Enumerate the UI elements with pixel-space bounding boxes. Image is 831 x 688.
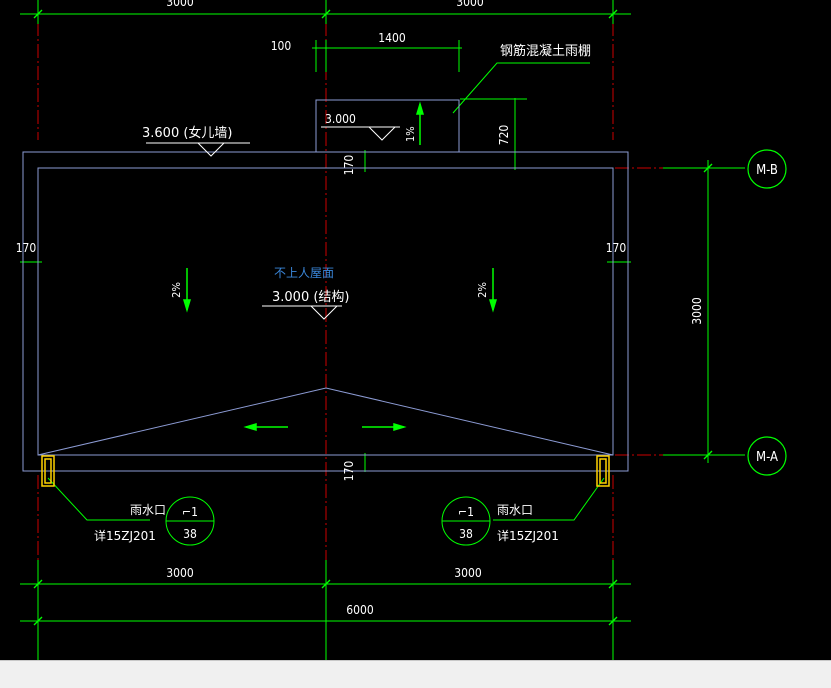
axis-label-b: M-B bbox=[756, 163, 778, 178]
dim-canopy-width: 1400 bbox=[378, 31, 406, 45]
dim-span: 3000 bbox=[690, 297, 704, 325]
canvas-background bbox=[0, 0, 831, 660]
drain-number-right: 38 bbox=[459, 527, 473, 541]
dim-total: 6000 bbox=[346, 603, 374, 617]
label-canopy: 钢筋混凝土雨棚 bbox=[500, 43, 591, 59]
dim-wall-top: 170 bbox=[342, 155, 356, 176]
dim-canopy-depth: 720 bbox=[497, 125, 511, 146]
label-canopy-slope: 1% bbox=[404, 126, 417, 142]
dim-wall-bottom: 170 bbox=[342, 461, 356, 482]
drain-symbol-left: ⌐1 bbox=[182, 505, 198, 519]
dim-top-left: 3000 bbox=[166, 0, 194, 9]
dim-bottom-right: 3000 bbox=[454, 566, 482, 580]
dim-top-right: 3000 bbox=[456, 0, 484, 9]
label-parapet: 3.600 (女儿墙) bbox=[142, 125, 233, 141]
dim-canopy-offset: 100 bbox=[271, 39, 292, 53]
axis-label-a: M-A bbox=[756, 450, 778, 465]
dim-wall-right: 170 bbox=[606, 241, 627, 255]
drain-detail-left: 详15ZJ201 bbox=[94, 528, 156, 543]
label-slope-left: 2% bbox=[170, 282, 183, 298]
dim-wall-left: 170 bbox=[16, 241, 37, 255]
status-bar bbox=[0, 660, 831, 688]
label-slope-right: 2% bbox=[476, 282, 489, 298]
label-roof-type: 不上人屋面 bbox=[274, 266, 334, 280]
drain-number-left: 38 bbox=[183, 527, 197, 541]
dim-bottom-left: 3000 bbox=[166, 566, 194, 580]
drain-label-right: 雨水口 bbox=[497, 503, 533, 517]
drain-label-left: 雨水口 bbox=[130, 503, 166, 517]
cad-drawing-canvas[interactable]: 3000 3000 100 1400 720 170 170 170 170 3… bbox=[0, 0, 831, 660]
label-canopy-elev: 3.000 bbox=[325, 112, 356, 126]
drain-detail-right: 详15ZJ201 bbox=[497, 528, 559, 543]
drain-symbol-right: ⌐1 bbox=[458, 505, 474, 519]
label-roof-elev: 3.000 (结构) bbox=[272, 290, 350, 305]
